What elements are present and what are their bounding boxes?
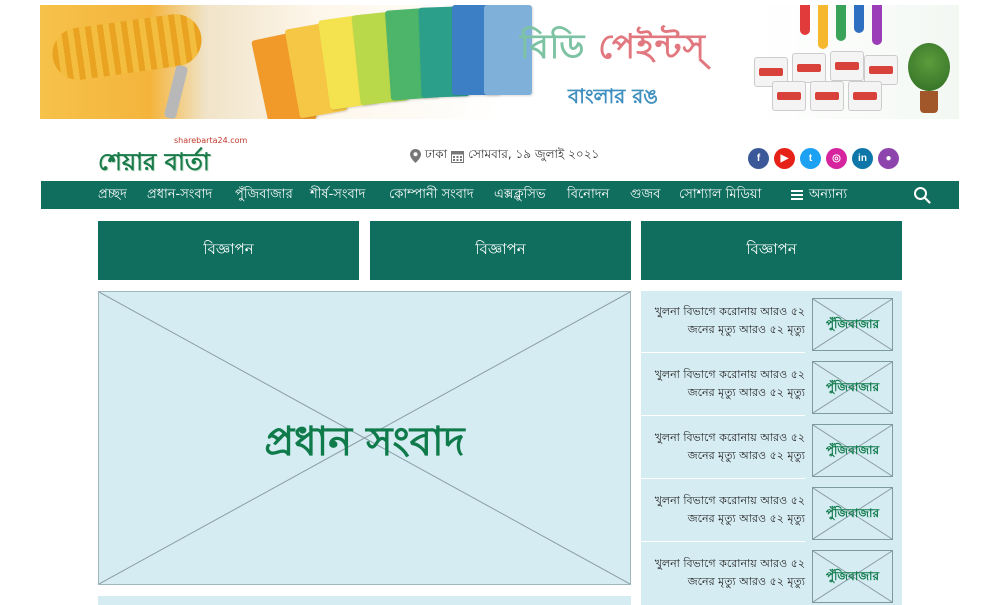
divider — [641, 352, 805, 353]
paint-drip — [800, 5, 810, 35]
headline-line: খুলনা বিভাগে করোনায় আরও ৫২ — [654, 368, 805, 381]
list-item-thumbnail[interactable]: পুঁজিবাজার — [812, 298, 893, 351]
banner-tagline: বাংলার রঙ — [568, 84, 658, 108]
headline-line: খুলনা বিভাগে করোনায় আরও ৫২ — [654, 431, 805, 444]
nav-item-home[interactable]: প্রচ্ছদ — [98, 181, 127, 209]
nav-item-entertainment[interactable]: বিনোদন — [567, 181, 609, 209]
banner-brand-part2: পেইন্টস্ — [598, 27, 707, 67]
lead-news-title: প্রধান সংবাদ — [264, 419, 465, 465]
paint-drip — [818, 5, 828, 49]
list-item[interactable]: খুলনা বিভাগে করোনায় আরও ৫২ জনের মৃত্যু আ… — [641, 354, 902, 416]
top-banner-ad[interactable]: বিডি পেইন্টস্ বাংলার রঙ — [40, 5, 959, 119]
list-item-headline: খুলনা বিভাগে করোনায় আরও ৫২ জনের মৃত্যু আ… — [649, 366, 805, 402]
list-item[interactable]: খুলনা বিভাগে করোনায় আরও ৫২ জনের মৃত্যু আ… — [641, 543, 902, 605]
list-item-headline: খুলনা বিভাগে করোনায় আরও ৫২ জনের মৃত্যু আ… — [649, 492, 805, 528]
site-logo[interactable]: sharebarta24.com শেয়ার বার্তা — [98, 136, 248, 176]
paint-roller-handle — [163, 64, 189, 119]
nav-item-top-news[interactable]: শীর্ষ-সংবাদ — [310, 181, 365, 209]
nav-item-stock-market[interactable]: পুঁজিবাজার — [235, 181, 293, 209]
divider — [641, 478, 805, 479]
nav-item-exclusive[interactable]: এক্সক্লুসিভ — [494, 181, 546, 209]
calendar-icon — [451, 150, 465, 163]
ad-slot-1[interactable]: বিজ্ঞাপন — [98, 221, 359, 280]
paint-drip — [872, 5, 882, 45]
list-item-thumbnail[interactable]: পুঁজিবাজার — [812, 424, 893, 477]
list-item[interactable]: খুলনা বিভাগে করোনায় আরও ৫২ জনের মৃত্যু আ… — [641, 417, 902, 479]
location-pin-icon — [410, 149, 421, 163]
divider — [641, 415, 805, 416]
thumbnail-category: পুঁজিবাজার — [825, 443, 880, 457]
plant-pot-image — [920, 91, 938, 113]
ad-slot-3[interactable]: বিজ্ঞাপন — [641, 221, 902, 280]
nav-item-social-media[interactable]: সোশ্যাল মিডিয়া — [679, 181, 761, 209]
list-item-thumbnail[interactable]: পুঁজিবাজার — [812, 550, 893, 603]
nav-item-more[interactable]: অন্যান্য — [791, 181, 847, 209]
linkedin-icon[interactable]: in — [852, 148, 873, 169]
paint-buckets-image — [752, 51, 902, 113]
list-item-headline: খুলনা বিভাগে করোনায় আরও ৫২ জনের মৃত্যু আ… — [649, 429, 805, 465]
podcast-icon[interactable]: ● — [878, 148, 899, 169]
instagram-icon[interactable]: ◎ — [826, 148, 847, 169]
headline-line: জনের মৃত্যু আরও ৫২ মৃত্যু — [687, 386, 805, 399]
facebook-icon[interactable]: f — [748, 148, 769, 169]
list-item[interactable]: খুলনা বিভাগে করোনায় আরও ৫২ জনের মৃত্যু আ… — [641, 480, 902, 542]
next-news-card[interactable] — [98, 596, 631, 605]
list-item-thumbnail[interactable]: পুঁজিবাজার — [812, 487, 893, 540]
twitter-icon[interactable]: t — [800, 148, 821, 169]
thumbnail-category: পুঁজিবাজার — [825, 317, 880, 331]
lead-news-card[interactable]: প্রধান সংবাদ — [98, 291, 631, 585]
thumbnail-category: পুঁজিবাজার — [825, 506, 880, 520]
banner-brand-title: বিডি পেইন্টস্ — [478, 21, 748, 78]
banner-brand: বিডি পেইন্টস্ বাংলার রঙ — [478, 21, 748, 115]
list-item[interactable]: খুলনা বিভাগে করোনায় আরও ৫২ জনের মৃত্যু আ… — [641, 291, 902, 353]
search-icon[interactable] — [913, 186, 931, 204]
list-item-thumbnail[interactable]: পুঁজিবাজার — [812, 361, 893, 414]
banner-brand-part1: বিডি — [519, 27, 586, 67]
date-text: সোমবার, ১৯ জুলাই ২০২১ — [468, 147, 600, 161]
headline-line: খুলনা বিভাগে করোনায় আরও ৫২ — [654, 494, 805, 507]
thumbnail-category: পুঁজিবাজার — [825, 569, 880, 583]
dateline: ঢাকা সোমবার, ১৯ জুলাই ২০২১ — [410, 146, 599, 166]
thumbnail-category: পুঁজিবাজার — [825, 380, 880, 394]
plant-image — [908, 43, 950, 91]
headline-line: খুলনা বিভাগে করোনায় আরও ৫২ — [654, 305, 805, 318]
paint-drip — [836, 5, 846, 41]
youtube-icon[interactable]: ▶ — [774, 148, 795, 169]
nav-item-rumor[interactable]: গুজব — [630, 181, 660, 209]
list-item-headline: খুলনা বিভাগে করোনায় আরও ৫২ জনের মৃত্যু আ… — [649, 303, 805, 339]
headline-line: খুলনা বিভাগে করোনায় আরও ৫২ — [654, 557, 805, 570]
paint-drip — [854, 5, 864, 33]
sidebar-news-list: খুলনা বিভাগে করোনায় আরও ৫২ জনের মৃত্যু আ… — [641, 291, 902, 605]
main-nav: প্রচ্ছদ প্রধান-সংবাদ পুঁজিবাজার শীর্ষ-সং… — [41, 181, 959, 209]
location-text: ঢাকা — [425, 147, 448, 161]
nav-more-label: অন্যান্য — [809, 187, 848, 202]
nav-item-lead-news[interactable]: প্রধান-সংবাদ — [147, 181, 212, 209]
headline-line: জনের মৃত্যু আরও ৫২ মৃত্যু — [687, 575, 805, 588]
headline-line: জনের মৃত্যু আরও ৫২ মৃত্যু — [687, 323, 805, 336]
headline-line: জনের মৃত্যু আরও ৫২ মৃত্যু — [687, 512, 805, 525]
headline-line: জনের মৃত্যু আরও ৫২ মৃত্যু — [687, 449, 805, 462]
nav-item-company-news[interactable]: কোম্পানী সংবাদ — [389, 181, 474, 209]
social-links: f ▶ t ◎ in ● — [748, 148, 899, 169]
hamburger-menu-icon — [791, 190, 803, 200]
logo-text: শেয়ার বার্তা — [98, 148, 210, 176]
divider — [641, 541, 805, 542]
list-item-headline: খুলনা বিভাগে করোনায় আরও ৫২ জনের মৃত্যু আ… — [649, 555, 805, 591]
ad-slot-2[interactable]: বিজ্ঞাপন — [370, 221, 631, 280]
